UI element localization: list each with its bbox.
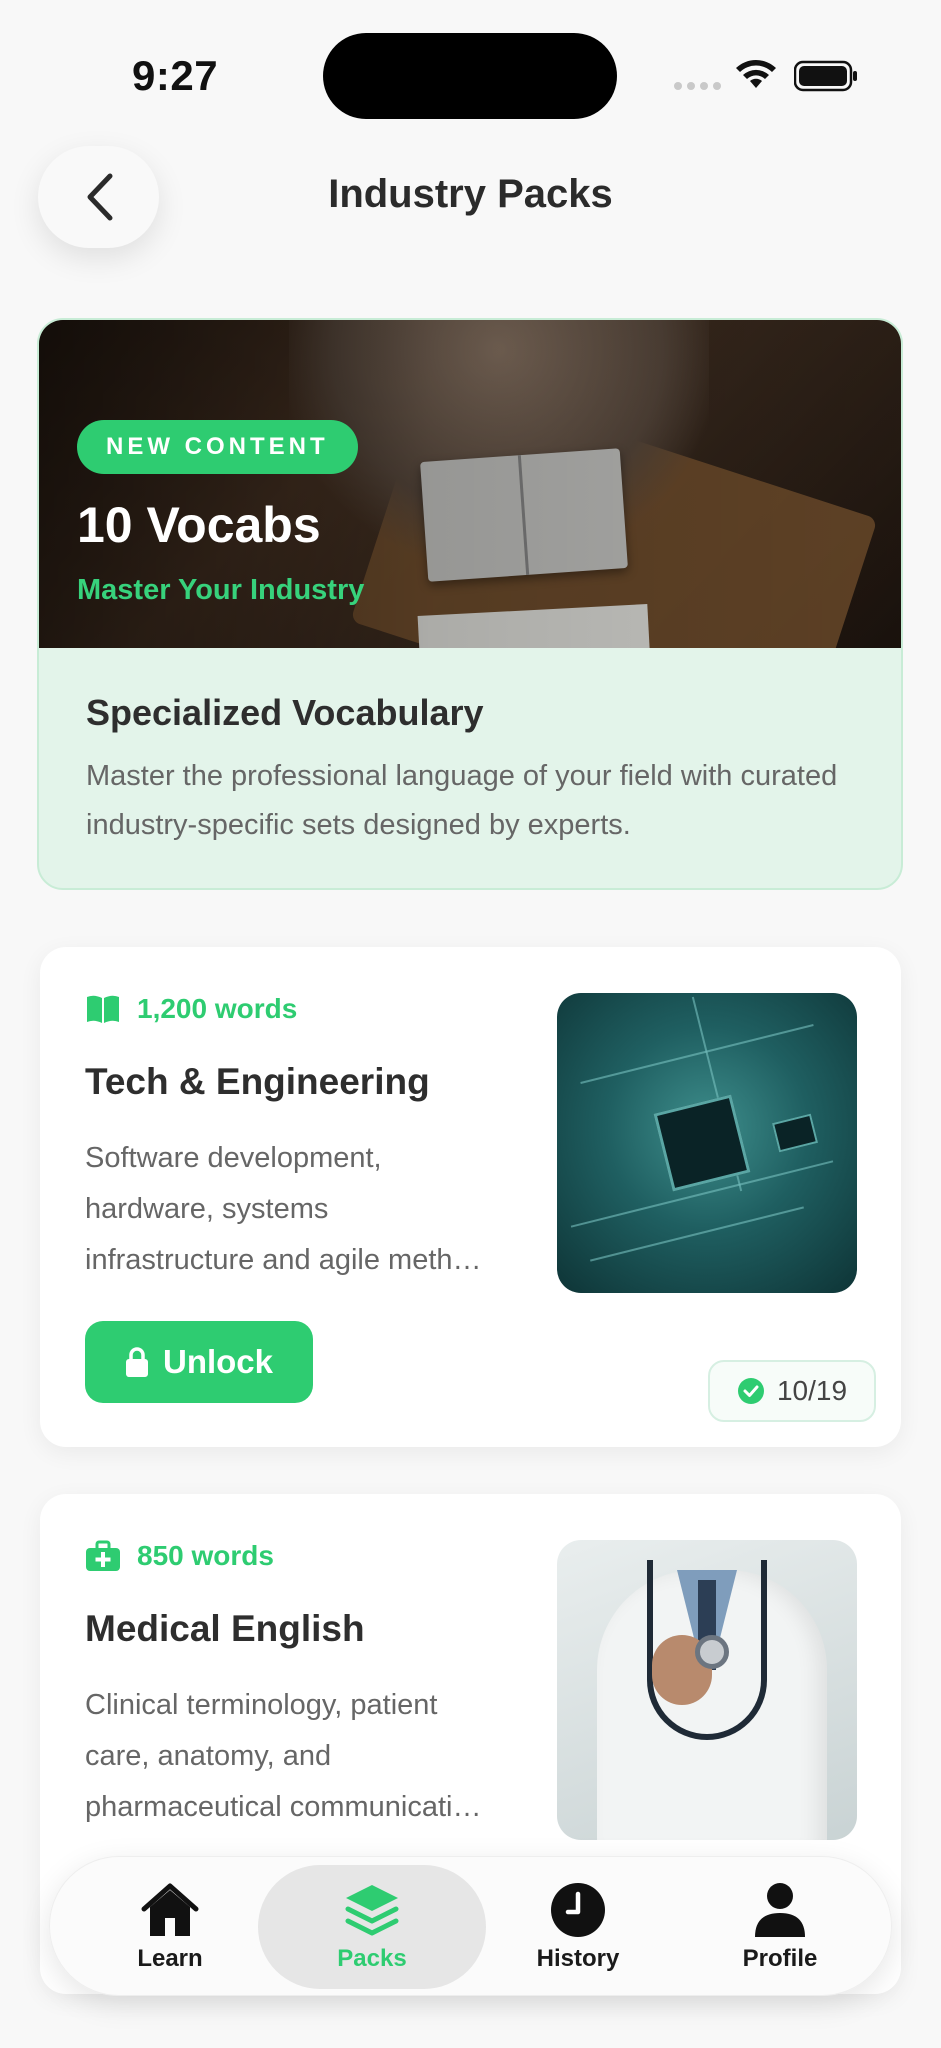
pack-card-tech-engineering[interactable]: 1,200 words Tech & Engineering Software …	[40, 947, 901, 1447]
lock-icon	[125, 1347, 148, 1377]
circuit-board-image	[557, 993, 857, 1293]
clock-icon	[551, 1883, 605, 1937]
hero-card[interactable]: NEW CONTENT 10 Vocabs Master Your Indust…	[37, 318, 903, 890]
pack-description: Clinical terminology, patient care, anat…	[85, 1680, 525, 1833]
new-content-badge: NEW CONTENT	[77, 420, 358, 474]
unlock-label: Unlock	[162, 1343, 274, 1380]
progress-label: 10/19	[776, 1375, 848, 1406]
dynamic-island	[323, 33, 617, 119]
status-bar: 9:27	[0, 0, 941, 140]
tab-history[interactable]: History	[508, 1857, 648, 1997]
book-open-icon	[87, 995, 119, 1023]
status-time: 9:27	[132, 52, 219, 99]
tab-profile[interactable]: Profile	[710, 1857, 850, 1997]
pack-description: Software development, hardware, systems …	[85, 1133, 525, 1286]
tab-history-label: History	[536, 1945, 620, 1972]
battery-icon	[794, 60, 857, 92]
tab-learn-label: Learn	[137, 1945, 203, 1972]
pack-description-line: Clinical terminology, patient	[85, 1689, 438, 1721]
doctor-image	[557, 1540, 857, 1840]
tab-learn[interactable]: Learn	[110, 1857, 230, 1997]
signal-icon	[674, 82, 721, 90]
hero-body: Specialized Vocabulary Master the profes…	[86, 692, 876, 850]
pack-title: Medical English	[85, 1608, 365, 1649]
pack-description-line: care, anatomy, and	[85, 1740, 332, 1772]
wifi-icon	[736, 60, 776, 88]
home-icon	[141, 1883, 199, 1936]
word-count-label: 1,200 words	[137, 993, 298, 1024]
bottom-tab-bar: Learn Packs History Profile	[49, 1856, 892, 1996]
pack-description-line: hardware, systems	[85, 1193, 329, 1225]
tab-packs[interactable]: Packs	[258, 1865, 486, 1989]
tab-packs-label: Packs	[337, 1945, 407, 1972]
hero-subtitle: Master Your Industry	[77, 574, 365, 606]
word-count: 850 words	[85, 1540, 274, 1572]
tab-profile-label: Profile	[742, 1945, 818, 1972]
unlock-button[interactable]: Unlock	[85, 1321, 313, 1403]
progress-badge: 10/19	[708, 1360, 876, 1422]
hero-image: NEW CONTENT 10 Vocabs Master Your Indust…	[39, 320, 901, 648]
word-count-label: 850 words	[137, 1540, 274, 1571]
pack-title: Tech & Engineering	[85, 1061, 430, 1102]
page-title: Industry Packs	[328, 172, 613, 216]
word-count: 1,200 words	[85, 993, 297, 1025]
hero-title: 10 Vocabs	[77, 497, 321, 553]
pack-description-line: Software development,	[85, 1142, 382, 1174]
hero-description: Master the professional language of your…	[86, 760, 838, 841]
layers-icon	[345, 1885, 399, 1936]
pack-description-line: infrastructure and agile meth…	[85, 1244, 482, 1276]
hero-heading: Specialized Vocabulary	[86, 692, 484, 733]
medical-kit-icon	[86, 1540, 120, 1571]
pack-description-line: pharmaceutical communicati…	[85, 1791, 482, 1823]
person-icon	[755, 1883, 805, 1937]
check-circle-icon	[737, 1378, 764, 1404]
